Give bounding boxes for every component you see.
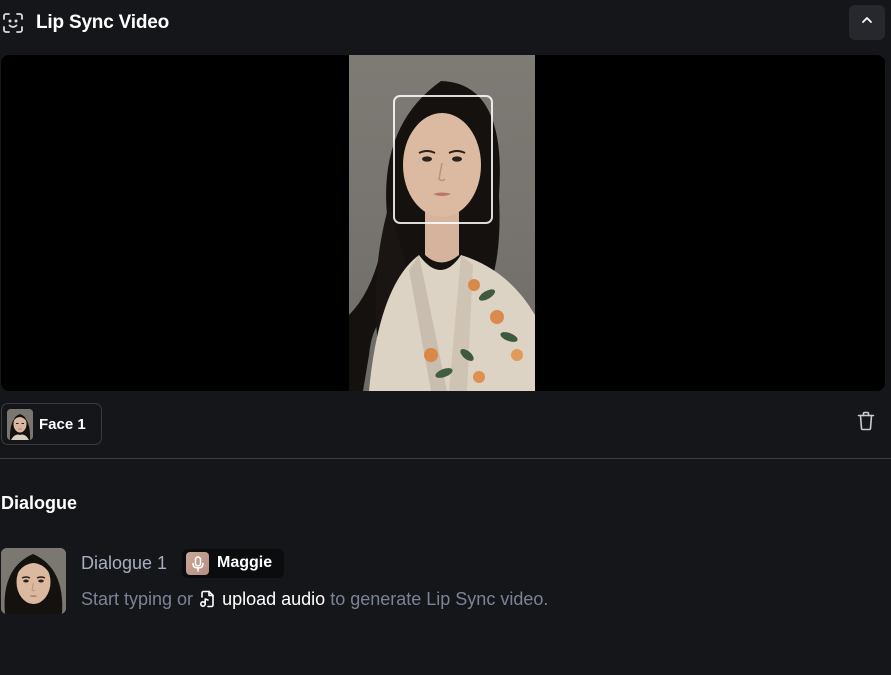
panel-header: Lip Sync Video — [0, 0, 891, 46]
face-thumbnail — [7, 409, 33, 440]
upload-audio-label: upload audio — [222, 589, 326, 609]
portrait-image — [349, 55, 535, 391]
dialogue-name[interactable]: Dialogue 1 — [81, 553, 167, 574]
dialogue-section-title: Dialogue — [1, 493, 78, 513]
chevron-up-icon — [860, 13, 874, 32]
voice-name: Maggie — [217, 554, 273, 571]
section-divider — [0, 458, 891, 459]
trash-icon — [857, 411, 875, 436]
face-chip-label: Face 1 — [39, 416, 86, 433]
face-chip[interactable]: Face 1 — [1, 403, 102, 445]
dialogue-avatar — [1, 548, 66, 614]
face-scan-icon — [2, 12, 24, 34]
dialogue-hint[interactable]: Start typing or upload audio to generate… — [81, 589, 548, 610]
collapse-button[interactable] — [849, 5, 885, 40]
upload-audio-link[interactable]: upload audio — [198, 589, 330, 609]
microphone-icon — [186, 552, 209, 575]
audio-file-icon — [198, 590, 216, 608]
hint-text-before: Start typing or — [81, 589, 194, 609]
panel-title: Lip Sync Video — [36, 12, 170, 33]
face-detection-box[interactable] — [393, 95, 493, 224]
delete-face-button[interactable] — [855, 411, 877, 435]
voice-selector[interactable]: Maggie — [182, 549, 284, 578]
hint-text-after: to generate Lip Sync video. — [330, 589, 549, 609]
video-preview[interactable] — [1, 55, 885, 391]
